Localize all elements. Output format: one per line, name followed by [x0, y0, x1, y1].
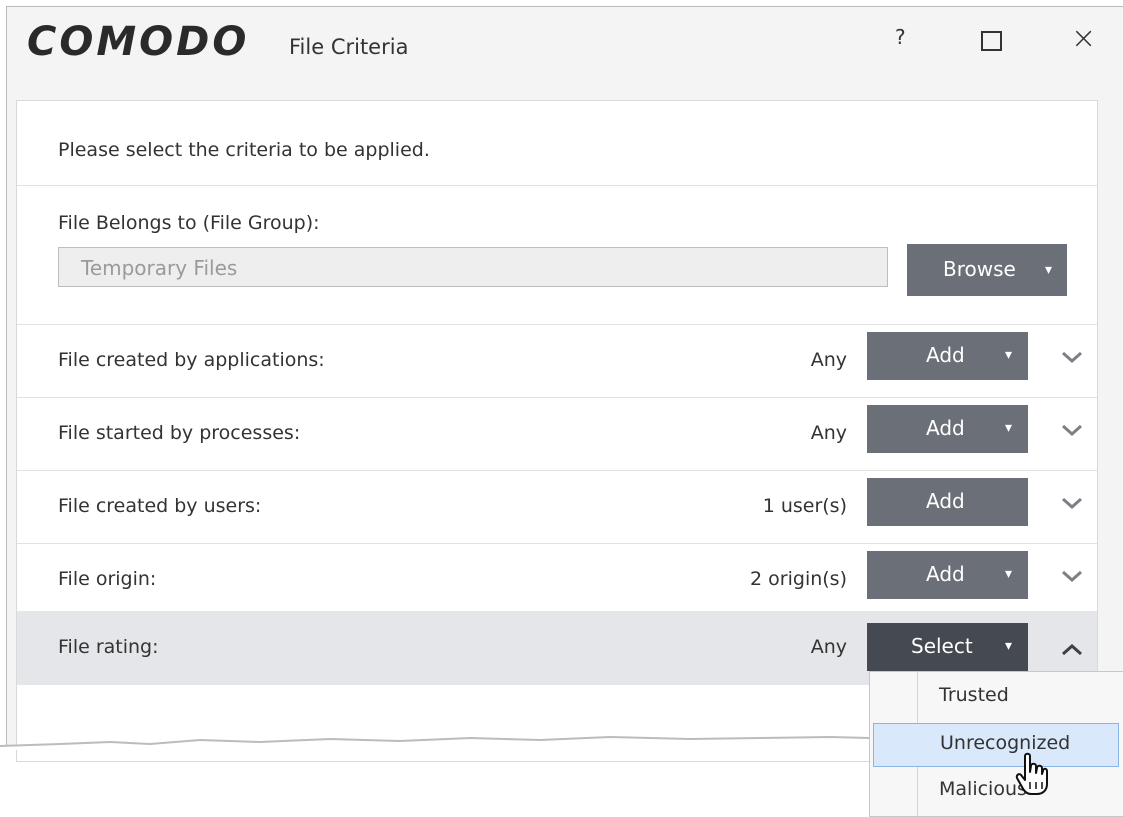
- title-bar: COMODO File Criteria ? ×: [7, 7, 1123, 87]
- chevron-up-icon[interactable]: [1061, 638, 1083, 662]
- criteria-row-users: File created by users: 1 user(s) Add: [17, 471, 1097, 544]
- criteria-count: 1 user(s): [762, 495, 847, 517]
- help-button[interactable]: ?: [895, 25, 906, 49]
- select-label: Select: [911, 634, 973, 658]
- criteria-count: 2 origin(s): [750, 568, 847, 590]
- criteria-count: Any: [810, 422, 847, 444]
- add-processes-button[interactable]: Add ▾: [867, 405, 1028, 453]
- criteria-row-applications: File created by applications: Any Add ▾: [17, 325, 1097, 398]
- criteria-label: File origin:: [58, 568, 157, 590]
- file-group-field[interactable]: Temporary Files: [58, 247, 888, 287]
- add-users-button[interactable]: Add: [867, 478, 1028, 526]
- browse-label: Browse: [943, 257, 1016, 281]
- file-group-label: File Belongs to (File Group):: [58, 212, 320, 234]
- menu-item-malicious[interactable]: Malicious: [873, 770, 1119, 814]
- criteria-label: File rating:: [58, 636, 159, 658]
- add-label: Add: [926, 416, 965, 440]
- rating-dropdown-menu: Trusted Unrecognized Malicious: [869, 671, 1123, 817]
- criteria-label: File created by applications:: [58, 349, 325, 371]
- instruction-row: Please select the criteria to be applied…: [17, 101, 1097, 186]
- dialog-title: File Criteria: [289, 35, 409, 59]
- criteria-label: File created by users:: [58, 495, 262, 517]
- criteria-count: Any: [810, 636, 847, 658]
- criteria-panel: Please select the criteria to be applied…: [16, 100, 1098, 762]
- caret-down-icon: ▾: [1045, 262, 1053, 278]
- criteria-row-processes: File started by processes: Any Add ▾: [17, 398, 1097, 471]
- add-origin-button[interactable]: Add ▾: [867, 551, 1028, 599]
- caret-down-icon: ▾: [1005, 420, 1013, 436]
- caret-down-icon: ▾: [1005, 347, 1013, 363]
- add-label: Add: [926, 343, 965, 367]
- close-button[interactable]: ×: [1071, 21, 1096, 56]
- chevron-down-icon[interactable]: [1061, 564, 1083, 588]
- browse-button[interactable]: Browse ▾: [907, 244, 1067, 296]
- add-applications-button[interactable]: Add ▾: [867, 332, 1028, 380]
- chevron-down-icon[interactable]: [1061, 345, 1083, 369]
- chevron-down-icon[interactable]: [1061, 418, 1083, 442]
- select-rating-button[interactable]: Select ▾: [867, 623, 1028, 671]
- caret-down-icon: ▾: [1005, 638, 1013, 654]
- comodo-logo: COMODO: [27, 19, 250, 65]
- maximize-button[interactable]: [981, 31, 1002, 51]
- menu-item-unrecognized[interactable]: Unrecognized: [873, 723, 1119, 767]
- criteria-row-origin: File origin: 2 origin(s) Add ▾: [17, 544, 1097, 617]
- instruction-text: Please select the criteria to be applied…: [58, 139, 430, 161]
- criteria-label: File started by processes:: [58, 422, 301, 444]
- add-label: Add: [926, 489, 965, 513]
- hand-pointer-icon: [1015, 752, 1048, 795]
- add-label: Add: [926, 562, 965, 586]
- caret-down-icon: ▾: [1005, 566, 1013, 582]
- torn-edge: [0, 735, 870, 750]
- chevron-down-icon[interactable]: [1061, 491, 1083, 515]
- menu-item-trusted[interactable]: Trusted: [873, 676, 1119, 720]
- criteria-count: Any: [810, 349, 847, 371]
